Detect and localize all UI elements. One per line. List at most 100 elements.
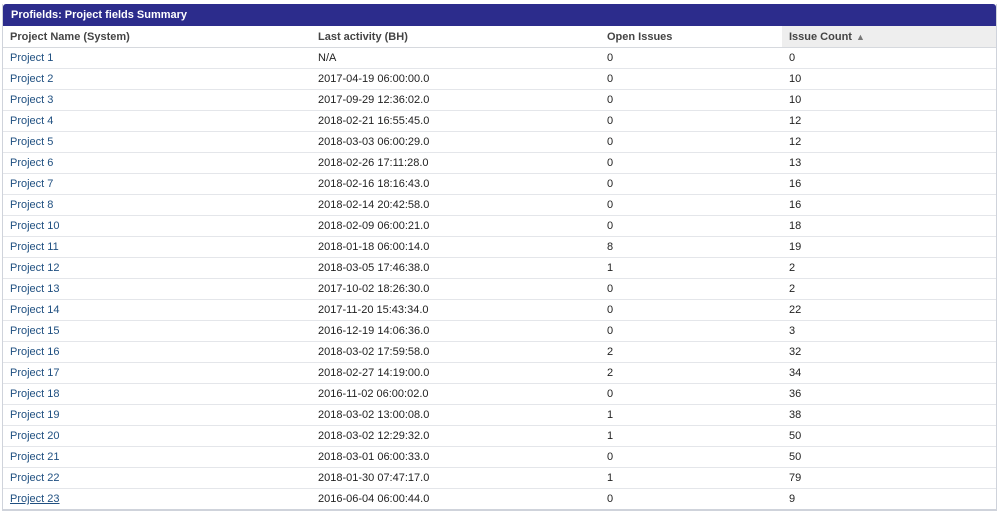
table-header-row: Project Name (System) Last activity (BH)… [3,26,996,48]
project-link[interactable]: Project 4 [10,115,53,127]
issue-count-header-label: Issue Count [789,30,852,43]
cell-project-name: Project 8 [3,194,311,216]
project-link[interactable]: Project 15 [10,325,60,337]
table-row: Project 14 2017-11-20 15:43:34.0 0 22 [3,299,996,321]
cell-issue-count: 3 [782,320,996,342]
project-link[interactable]: Project 14 [10,304,60,316]
project-link[interactable]: Project 5 [10,136,53,148]
project-link[interactable]: Project 19 [10,409,60,421]
project-link[interactable]: Project 20 [10,430,60,442]
cell-issue-count: 12 [782,110,996,132]
cell-last-activity: 2018-03-03 06:00:29.0 [311,131,600,153]
cell-last-activity: 2018-03-01 06:00:33.0 [311,446,600,468]
cell-last-activity: 2017-10-02 18:26:30.0 [311,278,600,300]
cell-project-name: Project 15 [3,320,311,342]
project-link[interactable]: Project 1 [10,52,53,64]
cell-project-name: Project 23 [3,488,311,510]
cell-issue-count: 79 [782,467,996,489]
project-link[interactable]: Project 22 [10,472,60,484]
project-link[interactable]: Project 23 [10,493,60,505]
cell-last-activity: 2018-03-02 17:59:58.0 [311,341,600,363]
cell-last-activity: 2018-03-05 17:46:38.0 [311,257,600,279]
project-link[interactable]: Project 7 [10,178,53,190]
table-row: Project 18 2016-11-02 06:00:02.0 0 36 [3,383,996,405]
table-row: Project 19 2018-03-02 13:00:08.0 1 38 [3,404,996,426]
project-link[interactable]: Project 18 [10,388,60,400]
gadget-title: Profields: Project fields Summary [3,4,996,26]
column-header-project-name[interactable]: Project Name (System) [3,26,311,48]
cell-open-issues: 0 [600,215,782,237]
cell-issue-count: 32 [782,341,996,363]
project-link[interactable]: Project 13 [10,283,60,295]
cell-last-activity: 2018-03-02 13:00:08.0 [311,404,600,426]
cell-project-name: Project 7 [3,173,311,195]
project-link[interactable]: Project 17 [10,367,60,379]
table-row: Project 16 2018-03-02 17:59:58.0 2 32 [3,341,996,363]
table-row: Project 4 2018-02-21 16:55:45.0 0 12 [3,110,996,132]
cell-open-issues: 0 [600,47,782,69]
cell-issue-count: 16 [782,173,996,195]
cell-issue-count: 18 [782,215,996,237]
cell-open-issues: 0 [600,68,782,90]
table-row: Project 22 2018-01-30 07:47:17.0 1 79 [3,467,996,489]
cell-open-issues: 2 [600,362,782,384]
cell-open-issues: 0 [600,320,782,342]
cell-last-activity: 2017-09-29 12:36:02.0 [311,89,600,111]
table-row: Project 20 2018-03-02 12:29:32.0 1 50 [3,425,996,447]
project-link[interactable]: Project 8 [10,199,53,211]
project-link[interactable]: Project 12 [10,262,60,274]
table-row: Project 11 2018-01-18 06:00:14.0 8 19 [3,236,996,258]
project-fields-summary-gadget: Profields: Project fields Summary Projec… [2,4,997,511]
cell-last-activity: 2016-06-04 06:00:44.0 [311,488,600,510]
project-link[interactable]: Project 16 [10,346,60,358]
project-link[interactable]: Project 21 [10,451,60,463]
project-link[interactable]: Project 2 [10,73,53,85]
cell-open-issues: 0 [600,488,782,510]
cell-project-name: Project 20 [3,425,311,447]
table-row: Project 2 2017-04-19 06:00:00.0 0 10 [3,68,996,90]
cell-issue-count: 19 [782,236,996,258]
table-row: Project 1 N/A 0 0 [3,47,996,69]
cell-issue-count: 34 [782,362,996,384]
cell-project-name: Project 21 [3,446,311,468]
cell-open-issues: 1 [600,404,782,426]
table-row: Project 7 2018-02-16 18:16:43.0 0 16 [3,173,996,195]
cell-last-activity: 2016-11-02 06:00:02.0 [311,383,600,405]
table-row: Project 6 2018-02-26 17:11:28.0 0 13 [3,152,996,174]
cell-issue-count: 2 [782,278,996,300]
cell-last-activity: 2018-02-16 18:16:43.0 [311,173,600,195]
cell-project-name: Project 6 [3,152,311,174]
cell-issue-count: 2 [782,257,996,279]
table-row: Project 8 2018-02-14 20:42:58.0 0 16 [3,194,996,216]
cell-project-name: Project 22 [3,467,311,489]
cell-open-issues: 0 [600,110,782,132]
cell-issue-count: 9 [782,488,996,510]
project-link[interactable]: Project 10 [10,220,60,232]
cell-last-activity: 2018-01-30 07:47:17.0 [311,467,600,489]
table-row: Project 13 2017-10-02 18:26:30.0 0 2 [3,278,996,300]
cell-issue-count: 36 [782,383,996,405]
table-row: Project 12 2018-03-05 17:46:38.0 1 2 [3,257,996,279]
cell-open-issues: 1 [600,257,782,279]
cell-project-name: Project 19 [3,404,311,426]
cell-last-activity: 2016-12-19 14:06:36.0 [311,320,600,342]
column-header-open-issues[interactable]: Open Issues [600,26,782,48]
project-link[interactable]: Project 3 [10,94,53,106]
cell-open-issues: 0 [600,173,782,195]
cell-last-activity: 2018-02-09 06:00:21.0 [311,215,600,237]
column-header-issue-count[interactable]: Issue Count ▲ [782,26,996,48]
project-link[interactable]: Project 11 [10,241,59,253]
column-header-last-activity[interactable]: Last activity (BH) [311,26,600,48]
cell-project-name: Project 3 [3,89,311,111]
cell-issue-count: 50 [782,425,996,447]
summary-table: Project Name (System) Last activity (BH)… [3,26,996,510]
cell-open-issues: 0 [600,89,782,111]
cell-project-name: Project 16 [3,341,311,363]
cell-project-name: Project 17 [3,362,311,384]
cell-project-name: Project 13 [3,278,311,300]
cell-open-issues: 0 [600,152,782,174]
table-row: Project 10 2018-02-09 06:00:21.0 0 18 [3,215,996,237]
project-link[interactable]: Project 6 [10,157,53,169]
cell-open-issues: 0 [600,131,782,153]
table-row: Project 5 2018-03-03 06:00:29.0 0 12 [3,131,996,153]
